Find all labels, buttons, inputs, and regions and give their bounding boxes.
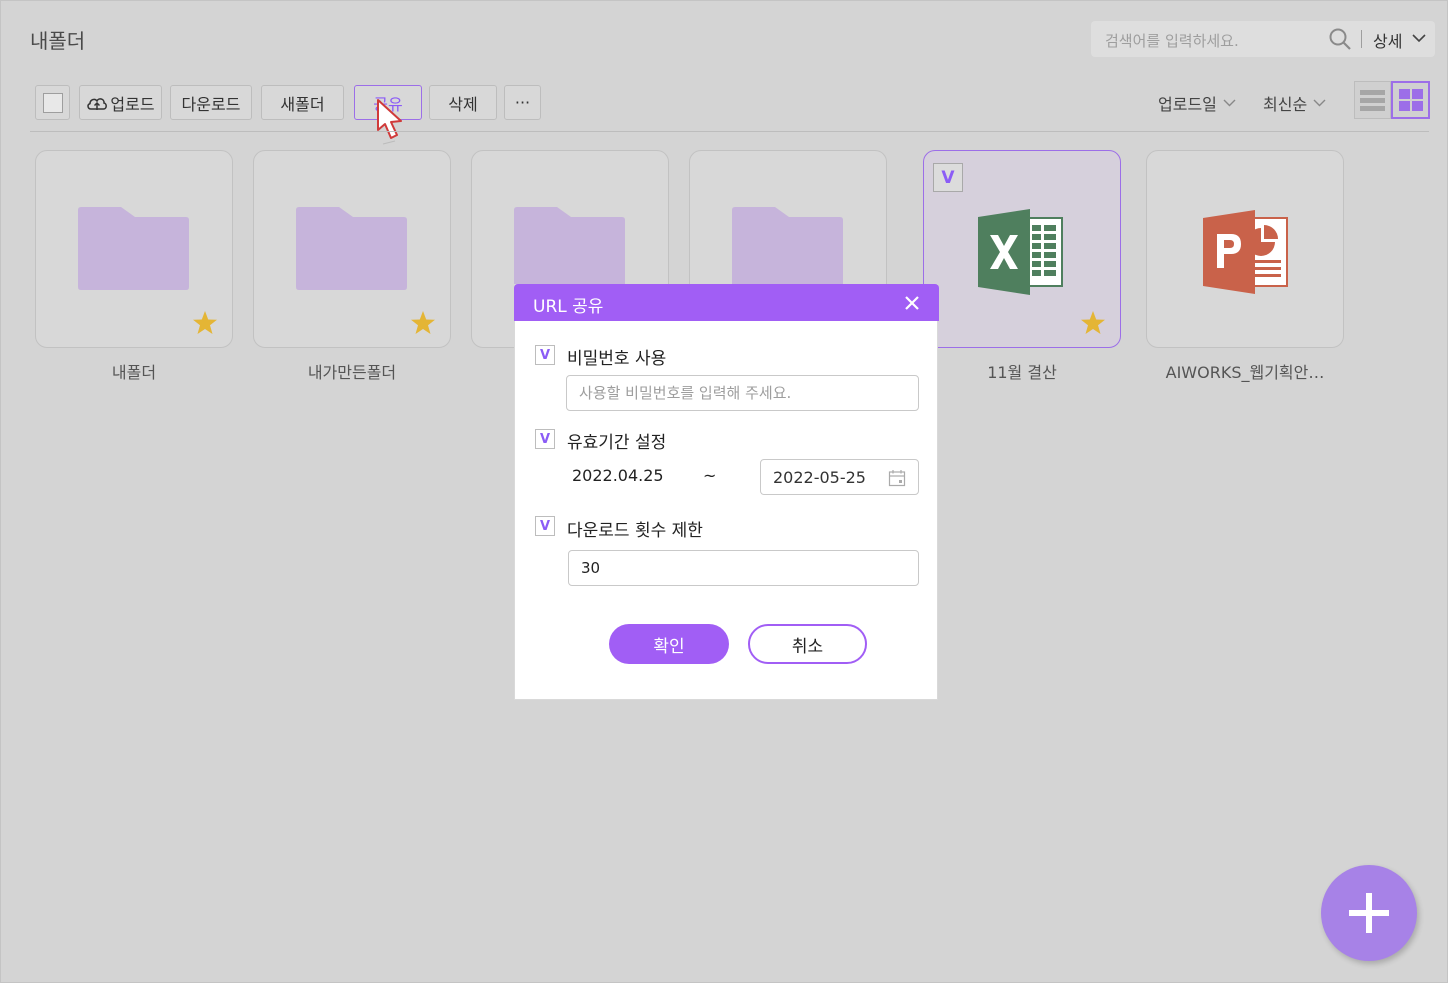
file-card[interactable] (35, 150, 233, 348)
app-frame: 내폴더 검색어를 입력하세요. 상세 업로드 다운로드 새폴더 공유 삭제 ··… (0, 0, 1448, 983)
new-folder-button[interactable]: 새폴더 (261, 85, 344, 120)
search-icon[interactable] (1328, 27, 1352, 51)
file-name[interactable]: 11월 결산 (923, 359, 1121, 383)
chevron-down-icon (1223, 99, 1236, 107)
page-title: 내폴더 (30, 29, 86, 53)
file-card-selected[interactable]: V (923, 150, 1121, 348)
url-share-dialog: URL 공유 V 비밀번호 사용 V 유효기간 설정 2022.04.25 ~ … (514, 284, 939, 700)
search-placeholder: 검색어를 입력하세요. (1105, 32, 1239, 50)
mouse-pointer-icon (377, 99, 402, 145)
select-all-checkbox[interactable] (35, 85, 70, 120)
download-limit-input[interactable] (568, 550, 919, 586)
star-icon[interactable] (1080, 310, 1106, 336)
file-card[interactable] (253, 150, 451, 348)
file-name[interactable]: 내폴더 (35, 359, 233, 383)
file-card[interactable] (1146, 150, 1344, 348)
detail-search-toggle[interactable]: 상세 (1373, 28, 1402, 52)
file-name[interactable]: 내가만든폴더 (253, 359, 451, 383)
search-divider (1361, 30, 1362, 48)
more-button[interactable]: ··· (504, 85, 541, 120)
chevron-down-icon (1313, 99, 1326, 107)
grid-view-icon (1399, 89, 1423, 111)
folder-icon (296, 207, 407, 290)
cancel-button[interactable]: 취소 (748, 624, 867, 664)
start-date: 2022.04.25 (572, 466, 664, 485)
card-checkbox[interactable]: V (933, 163, 963, 192)
star-icon[interactable] (192, 310, 218, 336)
password-label: 비밀번호 사용 (567, 349, 667, 369)
star-icon[interactable] (410, 310, 436, 336)
sort-order-label: 최신순 (1263, 95, 1308, 114)
delete-button[interactable]: 삭제 (429, 85, 497, 120)
sort-by-label: 업로드일 (1158, 95, 1217, 114)
excel-file-icon (978, 209, 1063, 295)
end-date-value: 2022-05-25 (773, 468, 866, 487)
folder-icon (514, 207, 625, 290)
date-separator: ~ (703, 466, 717, 485)
list-view-button[interactable] (1354, 81, 1391, 119)
sort-order-dropdown[interactable]: 최신순 (1263, 91, 1326, 115)
download-button[interactable]: 다운로드 (170, 85, 252, 120)
close-icon[interactable] (904, 295, 920, 311)
toolbar-divider (30, 131, 1429, 132)
password-checkbox[interactable]: V (535, 345, 555, 365)
upload-label: 업로드 (110, 94, 155, 114)
sort-by-dropdown[interactable]: 업로드일 (1158, 91, 1236, 115)
folder-icon (732, 207, 843, 290)
file-name[interactable]: AIWORKS_웹기획안… (1146, 359, 1344, 383)
download-limit-label: 다운로드 횟수 제한 (567, 521, 703, 541)
upload-button[interactable]: 업로드 (79, 85, 162, 120)
calendar-icon[interactable] (888, 469, 906, 487)
powerpoint-file-icon (1203, 210, 1288, 294)
list-view-icon (1360, 90, 1385, 111)
folder-icon (78, 207, 189, 290)
end-date-picker[interactable]: 2022-05-25 (760, 459, 919, 495)
grid-view-button[interactable] (1391, 81, 1430, 119)
dialog-title: URL 공유 (533, 297, 604, 317)
validity-label: 유효기간 설정 (567, 433, 667, 453)
validity-checkbox[interactable]: V (535, 429, 555, 449)
confirm-button[interactable]: 확인 (609, 624, 729, 664)
checkbox-box (43, 93, 63, 113)
download-limit-checkbox[interactable]: V (535, 516, 555, 536)
password-input[interactable] (566, 375, 919, 411)
add-fab-button[interactable] (1321, 865, 1417, 961)
plus-icon (1349, 893, 1389, 933)
dialog-header: URL 공유 (514, 284, 939, 321)
cloud-upload-icon (87, 97, 108, 110)
chevron-down-icon[interactable] (1412, 33, 1426, 43)
